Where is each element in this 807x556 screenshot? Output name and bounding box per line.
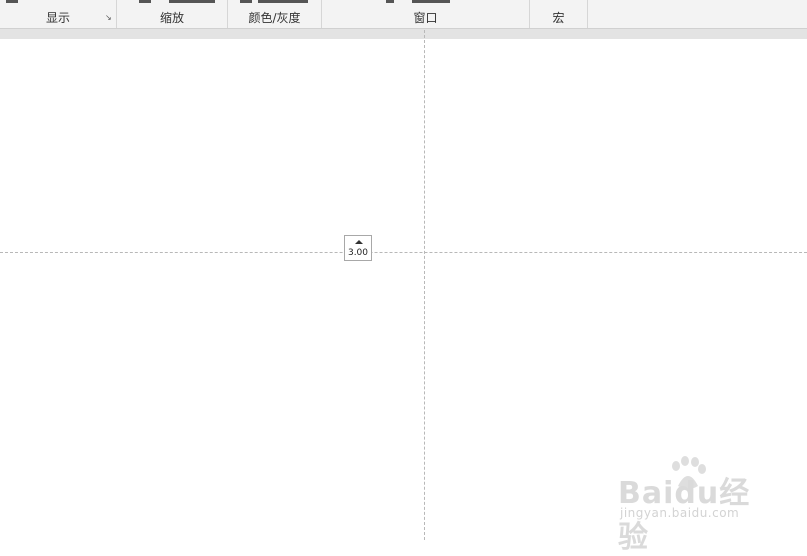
- horizontal-guide-line[interactable]: [0, 252, 807, 253]
- watermark: Baidu经验 jingyan.baidu.com: [618, 456, 768, 555]
- group-label-window: 窗口: [413, 11, 438, 25]
- cut-off-icon: [6, 0, 18, 3]
- ribbon-group-macro: 宏: [530, 0, 588, 28]
- cut-off-icon: [240, 0, 252, 3]
- cut-off-icon: [139, 0, 151, 3]
- dialog-launcher-icon[interactable]: ↘: [105, 14, 113, 22]
- group-label-show: 显示: [45, 11, 70, 25]
- guide-value-tooltip[interactable]: 3.00: [344, 235, 372, 261]
- group-label-color-gray: 颜色/灰度: [248, 11, 301, 25]
- cut-off-button: [169, 0, 215, 3]
- watermark-url: jingyan.baidu.com: [620, 506, 740, 520]
- cut-off-icon: [386, 0, 394, 3]
- ribbon-group-window: 窗口: [322, 0, 530, 28]
- ribbon-group-color: 颜色/灰度: [228, 0, 322, 28]
- ribbon: 显示 ↘ 缩放 颜色/灰度 窗口 宏: [0, 0, 807, 28]
- group-label-macro: 宏: [552, 11, 565, 25]
- up-arrow-icon[interactable]: [355, 240, 363, 244]
- group-label-zoom: 缩放: [159, 11, 184, 25]
- cut-off-button: [412, 0, 450, 3]
- ribbon-group-show: 显示 ↘: [0, 0, 117, 28]
- guide-value: 3.00: [347, 248, 369, 258]
- ruler-strip: [0, 28, 807, 39]
- cut-off-button: [258, 0, 308, 3]
- ribbon-group-zoom: 缩放: [117, 0, 228, 28]
- vertical-guide-line[interactable]: [424, 30, 425, 540]
